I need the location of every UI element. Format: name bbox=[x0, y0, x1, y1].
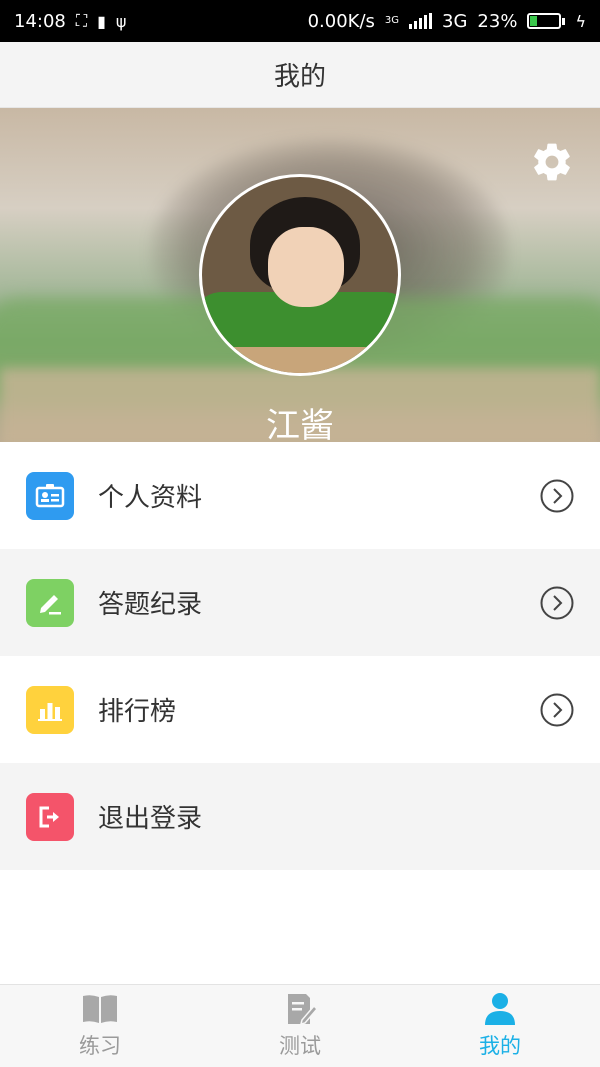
menu-item-leaderboard[interactable]: 排行榜 bbox=[0, 656, 600, 763]
menu-item-answer-records[interactable]: 答题纪录 bbox=[0, 549, 600, 656]
menu-label: 排行榜 bbox=[98, 697, 177, 727]
book-icon bbox=[83, 995, 117, 1023]
chevron-right-icon bbox=[540, 693, 574, 726]
battery-saver-icon: ▮ bbox=[97, 11, 106, 31]
chevron-right-icon bbox=[540, 479, 574, 512]
settings-gear-icon[interactable] bbox=[530, 140, 574, 184]
chart-icon bbox=[26, 685, 74, 734]
logout-icon bbox=[26, 792, 74, 841]
usb-icon: ψ bbox=[115, 11, 127, 31]
profile-menu: 个人资料 答题纪录 排行榜 退出登录 bbox=[0, 442, 600, 870]
tab-label: 测试 bbox=[279, 1034, 321, 1058]
status-bar: 14:08 ⛶ ▮ ψ 0.00K/s 3G 3G 23% ϟ bbox=[0, 0, 600, 42]
profile-header: 江酱 bbox=[0, 108, 600, 442]
menu-item-profile[interactable]: 个人资料 bbox=[0, 442, 600, 549]
menu-label: 个人资料 bbox=[98, 483, 203, 513]
pencil-icon bbox=[26, 578, 74, 627]
menu-item-logout[interactable]: 退出登录 bbox=[0, 763, 600, 870]
avatar[interactable] bbox=[199, 174, 401, 376]
tab-label: 练习 bbox=[79, 1034, 121, 1058]
menu-label: 退出登录 bbox=[98, 804, 203, 834]
page-title: 我的 bbox=[0, 42, 600, 108]
person-icon bbox=[485, 993, 515, 1025]
chevron-right-icon bbox=[540, 586, 574, 619]
network-speed: 0.00K/s bbox=[307, 10, 375, 32]
tab-practice[interactable]: 练习 bbox=[0, 985, 200, 1067]
username: 江酱 bbox=[266, 406, 334, 442]
tab-mine[interactable]: 我的 bbox=[400, 985, 600, 1067]
battery-icon bbox=[527, 13, 566, 29]
network-type: 3G bbox=[442, 10, 468, 32]
charging-icon: ϟ bbox=[575, 11, 586, 31]
menu-label: 答题纪录 bbox=[98, 590, 203, 620]
battery-percent: 23% bbox=[477, 10, 518, 32]
bottom-nav: 练习 测试 我的 bbox=[0, 984, 600, 1067]
screenshot-icon: ⛶ bbox=[75, 11, 88, 30]
tab-label: 我的 bbox=[479, 1034, 521, 1058]
signal-icon bbox=[409, 13, 433, 29]
document-pen-icon bbox=[288, 994, 319, 1026]
network-small-label: 3G bbox=[384, 15, 400, 26]
status-time: 14:08 bbox=[14, 10, 66, 32]
tab-test[interactable]: 测试 bbox=[200, 985, 400, 1067]
id-card-icon bbox=[26, 471, 74, 520]
